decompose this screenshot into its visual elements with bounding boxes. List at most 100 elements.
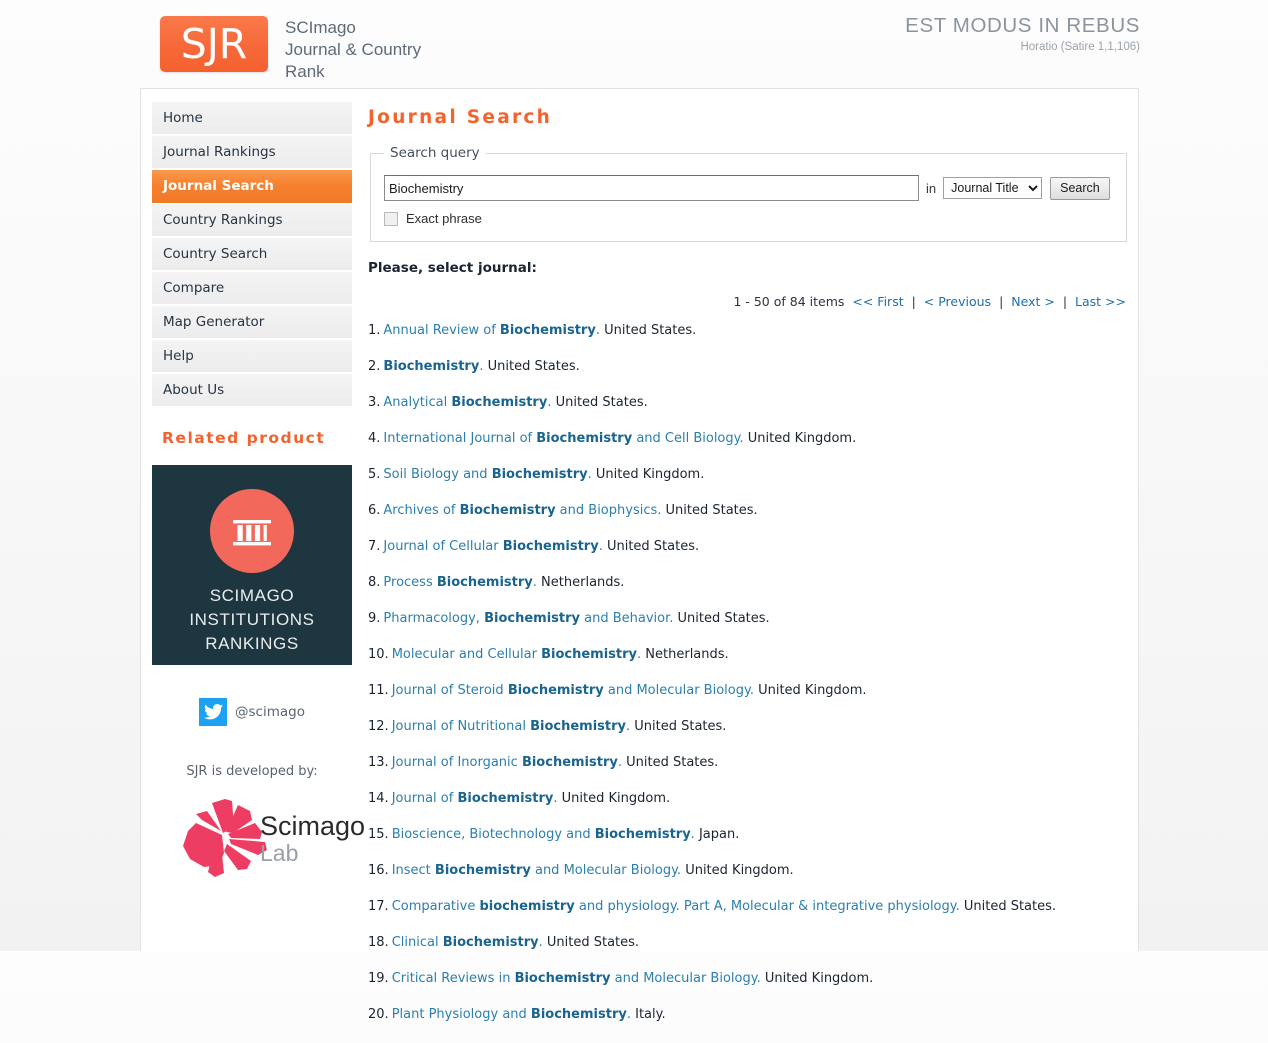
result-country: United States.	[673, 611, 770, 626]
result-index: 20.	[368, 1007, 389, 1022]
result-journal-link[interactable]: Critical Reviews in Biochemistry and Mol…	[392, 971, 761, 986]
exact-phrase-row: Exact phrase	[384, 211, 1113, 226]
pager-next[interactable]: Next >	[1011, 294, 1055, 309]
result-index: 1.	[368, 323, 381, 338]
result-index: 19.	[368, 971, 389, 986]
search-row: in Journal Title Search	[384, 175, 1113, 201]
result-index: 15.	[368, 827, 389, 842]
scimago-lab-wordmark: Scimago Lab	[260, 813, 365, 865]
result-item: 17. Comparative biochemistry and physiolo…	[368, 899, 1128, 915]
result-item: 4. International Journal of Biochemistry …	[368, 431, 1128, 447]
result-index: 2.	[368, 359, 381, 374]
result-item: 7. Journal of Cellular Biochemistry. Unit…	[368, 539, 1128, 555]
sidebar-item-about-us[interactable]: About Us	[152, 374, 352, 407]
result-journal-link[interactable]: Pharmacology, Biochemistry and Behavior.	[383, 611, 673, 626]
content-area: Journal Search Search query in Journal T…	[368, 107, 1128, 1043]
banner-label: SCIMAGO INSTITUTIONS RANKINGS	[189, 586, 315, 653]
result-journal-link[interactable]: Annual Review of Biochemistry.	[383, 323, 600, 338]
result-journal-link[interactable]: Bioscience, Biotechnology and Biochemist…	[392, 827, 695, 842]
result-journal-link[interactable]: Plant Physiology and Biochemistry.	[392, 1007, 631, 1022]
result-index: 13.	[368, 755, 389, 770]
exact-phrase-checkbox[interactable]	[384, 211, 398, 226]
result-country: United States.	[551, 395, 648, 410]
result-country: United States.	[483, 359, 580, 374]
result-country: United States.	[959, 899, 1057, 914]
twitter-link[interactable]: @scimago	[152, 698, 352, 726]
scimago-institutions-rankings-banner[interactable]: SCIMAGO INSTITUTIONS RANKINGS	[152, 465, 352, 665]
pager-first[interactable]: << First	[852, 294, 903, 309]
search-query-legend: Search query	[390, 145, 480, 161]
result-country: United States.	[630, 719, 727, 734]
result-item: 9. Pharmacology, Biochemistry and Behavio…	[368, 611, 1128, 627]
result-journal-link[interactable]: Journal of Inorganic Biochemistry.	[392, 755, 622, 770]
developed-by-label: SJR is developed by:	[186, 764, 318, 779]
result-country: United Kingdom.	[591, 467, 705, 482]
result-index: 4.	[368, 431, 381, 446]
sidebar-item-home[interactable]: Home	[152, 102, 352, 135]
pager-separator-2: |	[999, 294, 1004, 309]
result-journal-link[interactable]: Process Biochemistry.	[383, 575, 537, 590]
result-item: 20. Plant Physiology and Biochemistry. It…	[368, 1007, 1128, 1023]
related-product-heading: Related product	[162, 429, 326, 447]
twitter-handle: @scimago	[235, 704, 305, 720]
pager-last[interactable]: Last >>	[1075, 294, 1126, 309]
result-journal-link[interactable]: Journal of Steroid Biochemistry and Mole…	[392, 683, 754, 698]
result-index: 8.	[368, 575, 381, 590]
result-item: 19. Critical Reviews in Biochemistry and …	[368, 971, 1128, 987]
scimago-lab-logo[interactable]: Scimago Lab	[152, 787, 365, 882]
site-header: SJR SCImago Journal & Country Rank EST M…	[0, 0, 1268, 88]
result-item: 14. Journal of Biochemistry. United Kingd…	[368, 791, 1128, 807]
select-journal-prompt: Please, select journal:	[368, 260, 537, 276]
result-journal-link[interactable]: Soil Biology and Biochemistry.	[383, 467, 591, 482]
result-country: United Kingdom.	[557, 791, 671, 806]
result-journal-link[interactable]: Clinical Biochemistry.	[392, 935, 543, 950]
result-item: 6. Archives of Biochemistry and Biophysic…	[368, 503, 1128, 519]
result-item: 11. Journal of Steroid Biochemistry and M…	[368, 683, 1128, 699]
search-button[interactable]: Search	[1050, 176, 1110, 200]
result-country: Japan.	[694, 827, 740, 842]
result-index: 9.	[368, 611, 381, 626]
result-index: 3.	[368, 395, 381, 410]
result-country: Italy.	[630, 1007, 666, 1022]
pager-range: 1 - 50 of 84 items	[733, 294, 845, 309]
sjr-logo[interactable]: SJR	[160, 16, 268, 72]
sidebar-item-journal-rankings[interactable]: Journal Rankings	[152, 136, 352, 169]
result-journal-link[interactable]: Journal of Nutritional Biochemistry.	[392, 719, 630, 734]
result-journal-link[interactable]: Insect Biochemistry and Molecular Biolog…	[392, 863, 681, 878]
motto-block: EST MODUS IN REBUS Horatio (Satire 1,1,1…	[905, 14, 1140, 53]
result-item: 16. Insect Biochemistry and Molecular Bio…	[368, 863, 1128, 879]
result-journal-link[interactable]: Journal of Biochemistry.	[392, 791, 558, 806]
sidebar-item-journal-search[interactable]: Journal Search	[152, 170, 352, 203]
motto-text: EST MODUS IN REBUS	[905, 14, 1140, 37]
sidebar-item-compare[interactable]: Compare	[152, 272, 352, 305]
result-country: United States.	[661, 503, 758, 518]
exact-phrase-label[interactable]: Exact phrase	[406, 211, 482, 226]
result-index: 10.	[368, 647, 389, 662]
result-journal-link[interactable]: Biochemistry.	[383, 359, 483, 374]
twitter-icon	[199, 698, 228, 726]
result-index: 17.	[368, 899, 389, 914]
result-item: 3. Analytical Biochemistry. United States…	[368, 395, 1128, 411]
result-country: United States.	[542, 935, 640, 950]
sidebar-item-country-search[interactable]: Country Search	[152, 238, 352, 271]
result-country: United Kingdom.	[753, 683, 867, 698]
pager-previous[interactable]: < Previous	[924, 294, 991, 309]
result-country: Netherlands.	[641, 647, 729, 662]
search-field-select[interactable]: Journal Title	[943, 177, 1043, 199]
result-journal-link[interactable]: Archives of Biochemistry and Biophysics.	[383, 503, 661, 518]
search-input[interactable]	[384, 175, 919, 201]
result-journal-link[interactable]: Journal of Cellular Biochemistry.	[383, 539, 602, 554]
sidebar-item-country-rankings[interactable]: Country Rankings	[152, 204, 352, 237]
pager-separator-1: |	[911, 294, 916, 309]
brand-block[interactable]: SJR SCImago Journal & Country Rank	[160, 16, 421, 83]
result-journal-link[interactable]: Comparative biochemistry and physiology.…	[392, 899, 960, 914]
journal-results-list: 1. Annual Review of Biochemistry. United …	[368, 323, 1128, 1023]
result-country: United States.	[599, 323, 697, 338]
result-journal-link[interactable]: International Journal of Biochemistry an…	[383, 431, 743, 446]
result-journal-link[interactable]: Molecular and Cellular Biochemistry.	[392, 647, 641, 662]
sidebar-item-map-generator[interactable]: Map Generator	[152, 306, 352, 339]
result-item: 13. Journal of Inorganic Biochemistry. Un…	[368, 755, 1128, 771]
sidebar-item-help[interactable]: Help	[152, 340, 352, 373]
result-journal-link[interactable]: Analytical Biochemistry.	[383, 395, 551, 410]
result-item: 15. Bioscience, Biotechnology and Biochem…	[368, 827, 1128, 843]
